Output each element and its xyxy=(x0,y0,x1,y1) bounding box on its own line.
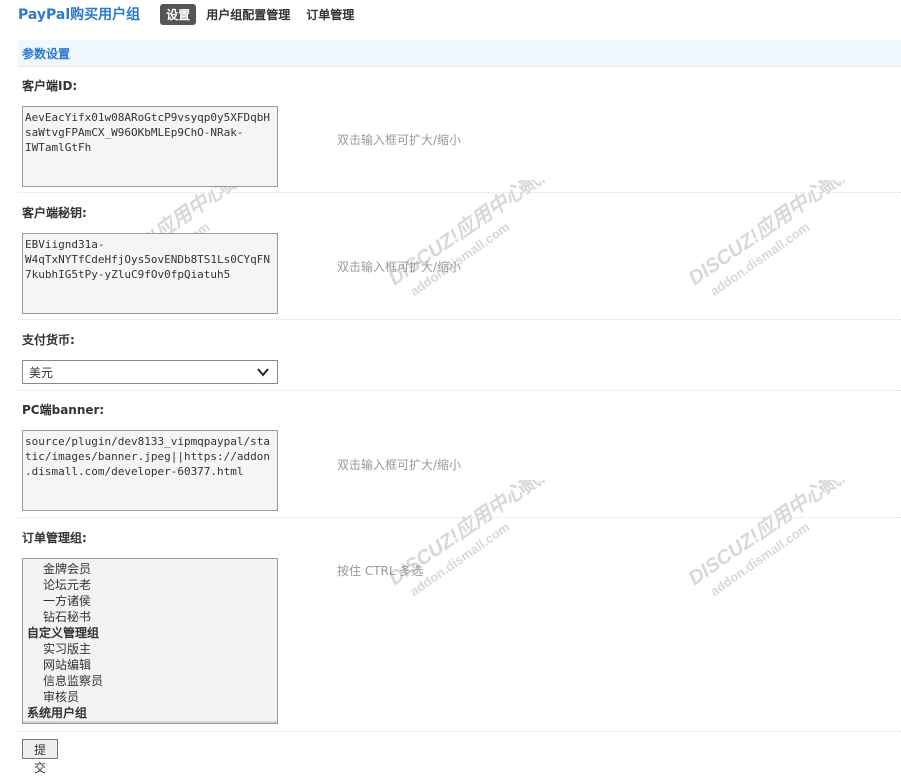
list-item[interactable]: 实习版主 xyxy=(23,641,277,657)
watermark-domain: addon.dismall.com xyxy=(707,519,812,599)
tab-usergroup-config[interactable]: 用户组配置管理 xyxy=(200,4,296,25)
currency-label: 支付货币: xyxy=(22,333,75,347)
watermark-domain: addon.dismall.com xyxy=(407,519,512,599)
list-item[interactable]: 信息监察员 xyxy=(23,673,277,689)
client-id-hint: 双击输入框可扩大/缩小 xyxy=(337,133,462,147)
watermark-brand: 贰道 xyxy=(815,480,862,498)
client-secret-hint: 双击输入框可扩大/缩小 xyxy=(337,260,462,274)
client-secret-label: 客户端秘钥: xyxy=(22,206,87,220)
list-item[interactable]: 钻石秘书 xyxy=(23,609,277,625)
divider xyxy=(18,731,901,732)
divider xyxy=(18,192,901,193)
section-title: 参数设置 xyxy=(22,46,71,61)
pc-banner-input[interactable] xyxy=(22,430,278,511)
order-groups-multiselect[interactable]: 金牌会员 论坛元老 一方诸侯 钻石秘书 自定义管理组 实习版主 网站编辑 信息监察员 审核员 系统… xyxy=(22,558,278,724)
order-groups-label: 订单管理组: xyxy=(22,531,87,545)
divider xyxy=(18,390,901,391)
tab-settings[interactable]: 设置 xyxy=(160,3,197,25)
submit-button[interactable]: 提交 xyxy=(22,739,58,775)
currency-select[interactable]: 美元 xyxy=(22,360,278,384)
watermark: DISCUZ!应用中心 贰道 addon.dismall.com xyxy=(640,156,880,300)
list-item[interactable]: 一方诸侯 xyxy=(23,593,277,609)
chevron-down-icon xyxy=(257,368,269,377)
pc-banner-label: PC端banner: xyxy=(22,403,105,417)
section-header: 参数设置 xyxy=(18,40,901,67)
option-group-header: 系统用户组 xyxy=(27,706,88,720)
divider xyxy=(18,319,901,320)
watermark-text: DISCUZ!应用中心 xyxy=(684,480,830,590)
watermark-brand: 贰道 xyxy=(815,180,862,198)
list-item[interactable]: 网站编辑 xyxy=(23,657,277,673)
watermark-brand: 贰道 xyxy=(515,480,562,498)
watermark-brand: 贰道 xyxy=(515,180,562,198)
client-id-label: 客户端ID: xyxy=(22,79,78,93)
client-id-input[interactable] xyxy=(22,106,278,187)
watermark-text: DISCUZ!应用中心 xyxy=(684,180,830,290)
watermark: DISCUZ!应用中心 贰道 addon.dismall.com xyxy=(340,156,580,300)
list-item[interactable]: 管理员 xyxy=(23,721,277,723)
order-groups-hint: 按住 CTRL 多选 xyxy=(337,564,424,578)
client-secret-input[interactable] xyxy=(22,233,278,314)
app-title: PayPal购买用户组 xyxy=(18,7,141,23)
divider xyxy=(18,517,901,518)
option-group-header: 自定义管理组 xyxy=(27,626,100,640)
list-item[interactable]: 金牌会员 xyxy=(23,561,277,577)
list-item[interactable]: 论坛元老 xyxy=(23,577,277,593)
pc-banner-hint: 双击输入框可扩大/缩小 xyxy=(337,458,462,472)
watermark: DISCUZ!应用中心 贰道 addon.dismall.com xyxy=(640,456,880,600)
tab-order-management[interactable]: 订单管理 xyxy=(300,4,360,25)
watermark: DISCUZ!应用中心 贰道 addon.dismall.com xyxy=(340,456,580,600)
top-nav: PayPal购买用户组 设置 用户组配置管理 订单管理 xyxy=(18,3,364,25)
watermark-domain: addon.dismall.com xyxy=(707,219,812,299)
currency-selected-value: 美元 xyxy=(29,365,54,380)
list-item[interactable]: 审核员 xyxy=(23,689,277,705)
